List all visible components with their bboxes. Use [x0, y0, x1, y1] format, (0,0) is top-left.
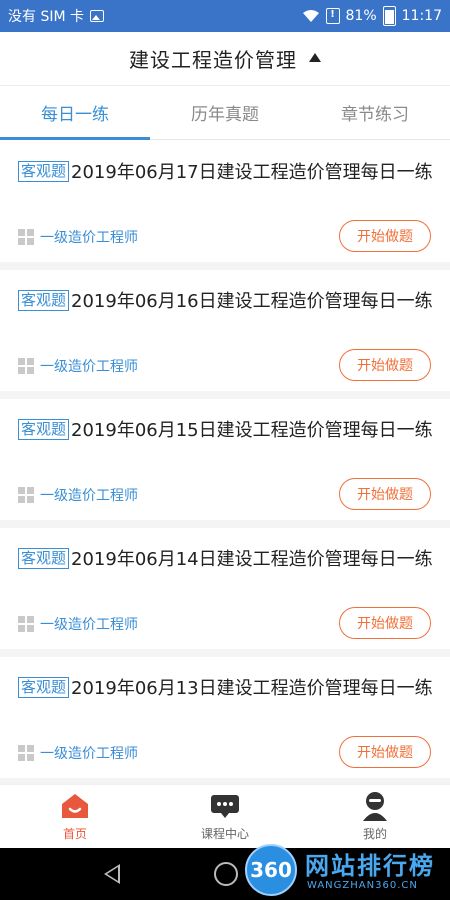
- category-label: 一级造价工程师: [40, 488, 138, 504]
- list-item[interactable]: 客观题 2019年06月17日建设工程造价管理每日一练 一级造价工程师 开始做题: [0, 141, 450, 270]
- list-item[interactable]: 客观题 2019年06月13日建设工程造价管理每日一练 一级造价工程师 开始做题: [0, 657, 450, 786]
- item-meta: 一级造价工程师: [18, 356, 138, 376]
- wifi-icon: [302, 10, 319, 22]
- item-title: 客观题 2019年06月14日建设工程造价管理每日一练: [18, 546, 438, 574]
- start-button[interactable]: 开始做题: [339, 349, 431, 381]
- item-title: 客观题 2019年06月17日建设工程造价管理每日一练: [18, 159, 438, 187]
- home-icon: [60, 791, 90, 821]
- battery-icon: [382, 6, 396, 26]
- status-bar: 没有 SIM 卡 ! 81% 11:17: [0, 0, 450, 32]
- nav-home[interactable]: 首页: [0, 785, 150, 848]
- tab-daily-practice[interactable]: 每日一练: [0, 86, 150, 140]
- category-label: 一级造价工程师: [40, 230, 138, 246]
- start-button[interactable]: 开始做题: [339, 736, 431, 768]
- item-title: 客观题 2019年06月15日建设工程造价管理每日一练: [18, 417, 438, 445]
- grid-icon: [18, 358, 34, 374]
- item-title-text: 2019年06月13日建设工程造价管理每日一练: [71, 678, 433, 699]
- question-type-tag: 客观题: [18, 161, 70, 182]
- subject-selector[interactable]: 建设工程造价管理: [0, 32, 450, 86]
- start-button[interactable]: 开始做题: [339, 220, 431, 252]
- nav-course-center-label: 课程中心: [200, 827, 249, 841]
- clock: 11:17: [401, 8, 442, 24]
- watermark-badge: 360: [245, 844, 297, 896]
- list-item[interactable]: 客观题 2019年06月14日建设工程造价管理每日一练 一级造价工程师 开始做题: [0, 528, 450, 657]
- tab-past-exams[interactable]: 历年真题: [150, 86, 300, 139]
- item-title-text: 2019年06月17日建设工程造价管理每日一练: [71, 162, 433, 183]
- nav-mine[interactable]: 我的: [300, 785, 450, 848]
- start-button[interactable]: 开始做题: [339, 607, 431, 639]
- tab-chapter-practice[interactable]: 章节练习: [300, 86, 450, 139]
- page-title: 建设工程造价管理: [129, 48, 297, 72]
- list-item[interactable]: 客观题 2019年06月16日建设工程造价管理每日一练 一级造价工程师 开始做题: [0, 270, 450, 399]
- nav-home-label: 首页: [62, 827, 87, 841]
- grid-icon: [18, 487, 34, 503]
- carrier-text: 没有 SIM 卡: [8, 9, 84, 25]
- item-meta: 一级造价工程师: [18, 227, 138, 247]
- home-circle-icon[interactable]: [214, 862, 238, 886]
- category-label: 一级造价工程师: [40, 359, 138, 375]
- question-type-tag: 客观题: [18, 677, 70, 698]
- item-title: 客观题 2019年06月13日建设工程造价管理每日一练: [18, 675, 438, 703]
- item-meta: 一级造价工程师: [18, 614, 138, 634]
- nav-course-center[interactable]: 课程中心: [150, 785, 300, 848]
- item-meta: 一级造价工程师: [18, 743, 138, 763]
- chat-icon: [210, 791, 240, 821]
- back-icon[interactable]: [104, 864, 120, 884]
- tab-bar: 每日一练 历年真题 章节练习: [0, 86, 450, 140]
- question-type-tag: 客观题: [18, 290, 70, 311]
- bottom-nav: 首页 课程中心 我的: [0, 784, 450, 848]
- watermark-subtitle: WANGZHAN360.CN: [307, 880, 418, 891]
- watermark: 360 网站排行榜 WANGZHAN360.CN: [245, 842, 450, 900]
- item-title-text: 2019年06月15日建设工程造价管理每日一练: [71, 420, 433, 441]
- user-icon: [362, 791, 388, 821]
- start-button[interactable]: 开始做题: [339, 478, 431, 510]
- grid-icon: [18, 616, 34, 632]
- grid-icon: [18, 229, 34, 245]
- exercise-list: 客观题 2019年06月17日建设工程造价管理每日一练 一级造价工程师 开始做题 …: [0, 141, 450, 786]
- caret-up-icon: [309, 53, 321, 62]
- question-type-tag: 客观题: [18, 548, 70, 569]
- question-type-tag: 客观题: [18, 419, 70, 440]
- item-title-text: 2019年06月16日建设工程造价管理每日一练: [71, 291, 433, 312]
- category-label: 一级造价工程师: [40, 617, 138, 633]
- grid-icon: [18, 745, 34, 761]
- app-root: 没有 SIM 卡 ! 81% 11:17 建设工程造价管理 每日一练 历年真题 …: [0, 0, 450, 900]
- alert-icon: !: [325, 8, 340, 24]
- battery-percent: 81%: [345, 8, 377, 24]
- item-meta: 一级造价工程师: [18, 485, 138, 505]
- nav-mine-label: 我的: [362, 827, 387, 841]
- category-label: 一级造价工程师: [40, 746, 138, 762]
- list-item[interactable]: 客观题 2019年06月15日建设工程造价管理每日一练 一级造价工程师 开始做题: [0, 399, 450, 528]
- item-title-text: 2019年06月14日建设工程造价管理每日一练: [71, 549, 433, 570]
- gallery-icon: [90, 10, 104, 22]
- item-title: 客观题 2019年06月16日建设工程造价管理每日一练: [18, 288, 438, 316]
- watermark-title: 网站排行榜: [305, 852, 435, 880]
